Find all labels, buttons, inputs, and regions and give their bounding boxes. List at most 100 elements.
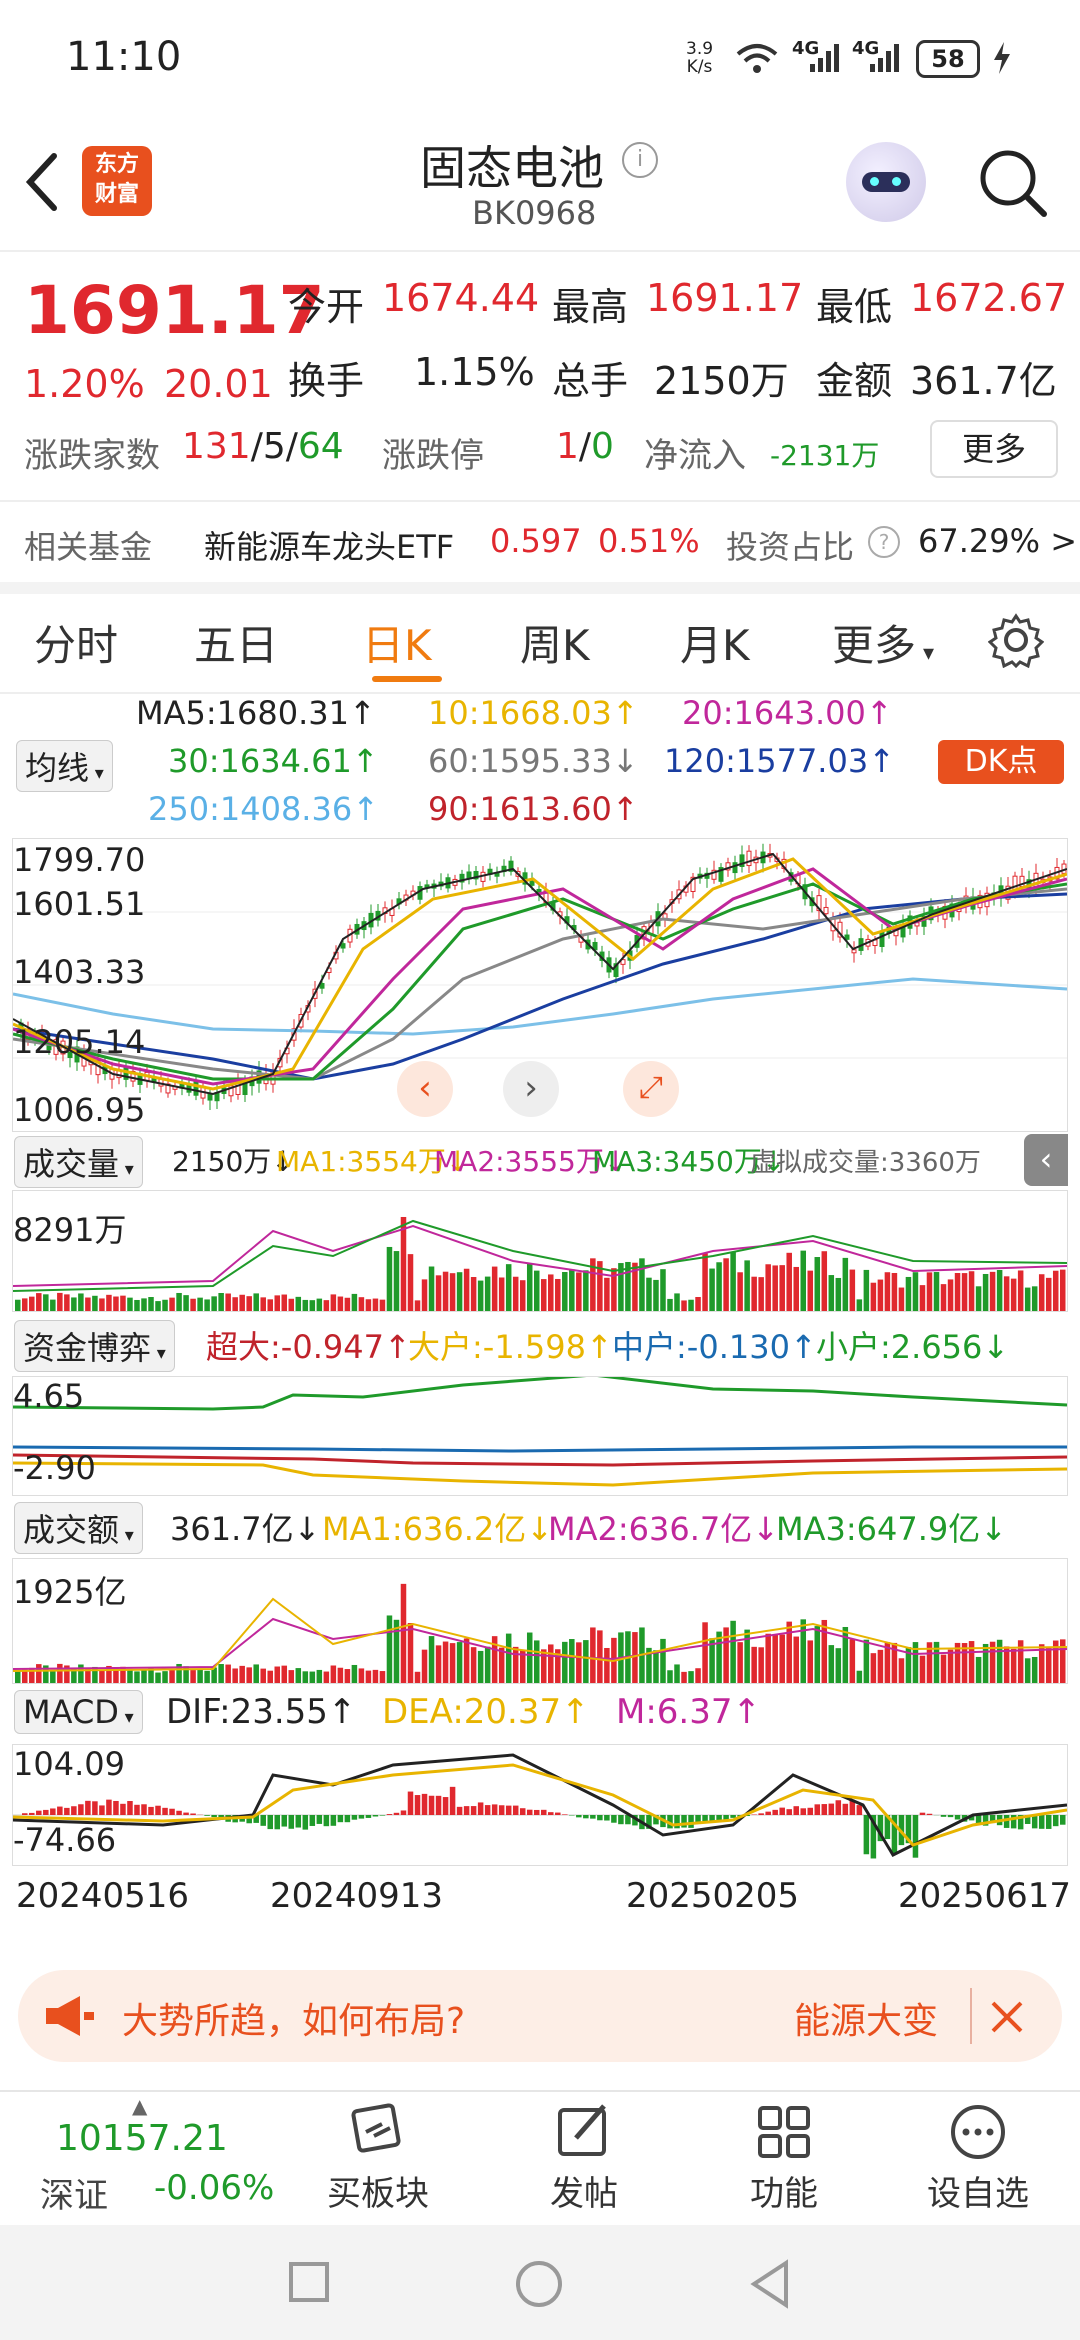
tab-daily-k[interactable]: 日K [362,612,432,673]
bar [583,1815,589,1819]
help-icon[interactable]: ? [868,526,900,558]
back-nav-icon[interactable] [748,2259,792,2309]
related-fund-row[interactable]: 相关基金 新能源车龙头ETF 0.597 0.51% 投资占比 ? 67.29%… [0,500,1080,594]
nav-post[interactable]: 发帖 [524,2102,644,2222]
bar [765,1264,771,1311]
fundflow-super: 超大:-0.947↑ [206,1328,411,1366]
bar [491,1266,498,1311]
caret-up-icon: ▲ [132,2094,148,2118]
nav-add-watchlist[interactable]: 设自选 [918,2102,1038,2222]
amount-selector[interactable]: 成交额 ▾ [14,1502,143,1554]
bar [232,1297,238,1311]
status-bar: 11:10 3.9 K/s 4G 4G 58 [0,0,1080,120]
bar [533,1640,540,1683]
tab-more[interactable]: 更多 ▾ [832,612,934,673]
volume-selector[interactable]: 成交量 ▾ [14,1136,143,1188]
bar [71,1806,77,1815]
chart-prev-button[interactable]: ‹ [397,1061,453,1117]
bar [828,1803,835,1815]
close-icon[interactable] [990,2000,1024,2034]
bar [162,1671,168,1683]
bar [260,1297,266,1311]
back-icon[interactable] [22,150,62,214]
macd-selector[interactable]: MACD ▾ [14,1690,143,1734]
bar [183,1295,189,1311]
bar [71,1297,77,1311]
kline-chart[interactable]: 1799.70 1601.51 1403.33 1205.14 1006.95 … [12,838,1068,1132]
tab-five-day[interactable]: 五日 [194,612,278,673]
ma-selector[interactable]: 均线 ▾ [16,740,113,792]
bar [190,1813,196,1815]
recent-apps-icon[interactable] [288,2261,330,2303]
bar [835,1277,842,1311]
robot-avatar-icon[interactable] [846,142,926,222]
netflow-value: -2131万 [770,439,880,472]
bar [1017,1270,1024,1311]
promo-banner[interactable]: 大势所趋，如何布局? 能源大变 [18,1970,1062,2062]
bar [323,1671,330,1683]
search-icon[interactable] [976,146,1050,220]
bar [541,1279,547,1311]
candle-body [193,1079,199,1096]
macd-chart: 104.09 -74.66 [12,1744,1068,1866]
chart-next-button[interactable]: › [503,1061,559,1117]
bar [463,1806,470,1815]
bar [653,1650,659,1683]
fundflow-selector[interactable]: 资金博弈 ▾ [14,1320,175,1372]
bar [863,1269,870,1311]
bar [155,1672,161,1683]
fundflow-ymin: -2.90 [13,1449,96,1487]
charging-icon [994,42,1010,74]
bar [695,1668,701,1683]
bar [92,1295,98,1311]
collapse-panel-button[interactable]: ‹ [1024,1134,1068,1186]
amount-legend: 成交额 ▾ 361.7亿↓ MA1:636.2亿↓ MA2:636.7亿↓ MA… [0,1496,1080,1554]
dk-point-button[interactable]: DK点 [938,740,1064,784]
bar [337,1296,344,1311]
volume-label: 总手 [552,359,629,403]
nav-functions[interactable]: 功能 [724,2102,844,2222]
settings-gear-icon[interactable] [988,612,1044,668]
bar [498,1647,505,1683]
bar [442,1271,449,1311]
bar [78,1664,84,1683]
bar [940,1284,947,1311]
nav-buy-sector[interactable]: 买板块 [318,2102,438,2222]
ma-legend: MA5:1680.31↑ 10:1668.03↑ 20:1643.00↑ 均线 … [0,690,1080,840]
tab-monthly-k[interactable]: 月K [680,612,750,673]
bar [786,1621,792,1683]
more-button[interactable]: 更多 [930,420,1058,478]
bar [870,1282,877,1311]
bar [379,1299,386,1311]
index-ticker[interactable]: ▲ 10157.21 深证 -0.06% [0,2092,290,2227]
tab-intraday[interactable]: 分时 [34,612,118,673]
bar [688,1299,694,1311]
bar [604,1815,610,1821]
home-icon[interactable] [514,2259,564,2309]
chart-expand-icon[interactable]: ⤢ [623,1061,679,1117]
index-change: -0.06% [154,2168,275,2208]
bar [912,1815,919,1858]
bar [295,1296,302,1311]
bar [155,1301,161,1311]
candle-body [732,862,738,874]
bar [926,1813,933,1815]
tab-weekly-k[interactable]: 周K [520,612,590,673]
bar [463,1268,470,1311]
bar [22,1298,28,1311]
bar [141,1298,147,1311]
kline-y2: 1601.51 [13,885,146,923]
date-axis: 20240516 20240913 20250205 20250617 [0,1870,1080,1920]
bar [428,1795,435,1815]
bar [526,1809,533,1815]
app-logo[interactable]: 东方 财富 [82,146,152,216]
bar [428,1266,435,1311]
bar [351,1664,358,1683]
ma60-value: 60:1595.33↓ [428,742,639,780]
bar [800,1250,807,1311]
bar [85,1800,91,1815]
bar [975,1286,982,1311]
bar [449,1786,456,1815]
bar [393,1812,400,1815]
info-icon[interactable]: i [622,142,658,178]
